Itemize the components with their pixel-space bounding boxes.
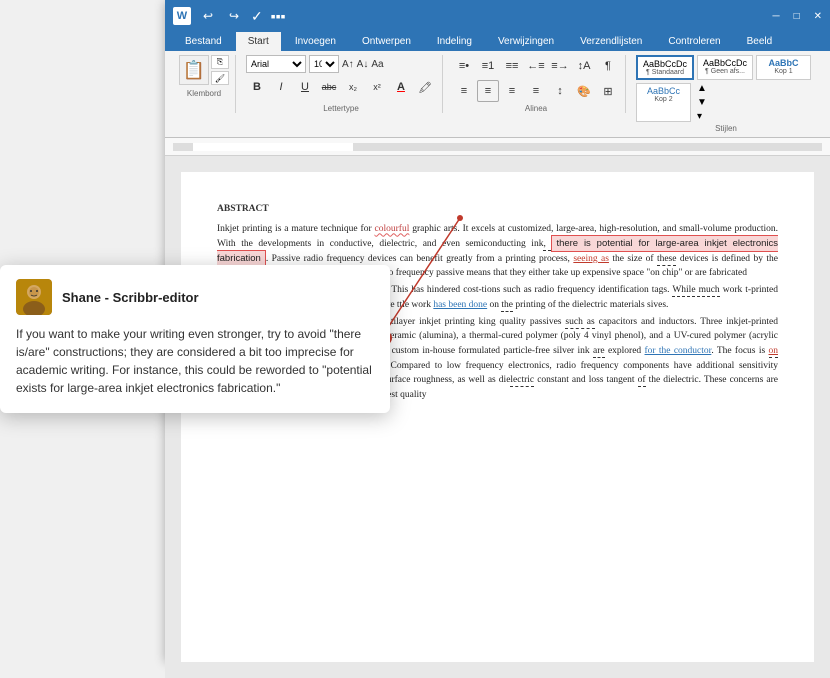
ribbon-group-klembord: 📋 ⎘ 🖌 Klembord [173, 55, 236, 113]
increase-indent-btn[interactable]: ≡→ [549, 55, 571, 77]
comment-text: If you want to make your writing even st… [16, 325, 374, 397]
ribbon-group-stijlen: AaBbCcDc ¶ Standaard AaBbCcDc ¶ Geen afs… [630, 55, 822, 133]
ribbon-group-alinea: ≡• ≡1 ≡≡ ←≡ ≡→ ↕A ¶ ≡ ≡ ≡ ≡ ↕ 🎨 ⊞ [447, 55, 626, 113]
doc-area[interactable]: ABSTRACT Inkjet printing is a mature tec… [165, 156, 830, 678]
tab-beeld[interactable]: Beeld [735, 32, 785, 51]
checkmark-icon: ✓ [251, 8, 263, 25]
align-left-btn[interactable]: ≡ [453, 80, 475, 102]
bullets-btn[interactable]: ≡• [453, 55, 475, 77]
borders-btn[interactable]: ⊞ [597, 80, 619, 102]
justify-btn[interactable]: ≡ [525, 80, 547, 102]
for-conductor-link: for the conductor [645, 346, 712, 356]
font-grow-btn[interactable]: A↑ [342, 59, 354, 70]
close-btn[interactable]: ✕ [814, 11, 822, 22]
center-btn[interactable]: ≡ [477, 80, 499, 102]
line-spacing-btn[interactable]: ↕ [549, 80, 571, 102]
font-size-select[interactable]: 10 [309, 55, 339, 73]
ribbon-content: 📋 ⎘ 🖌 Klembord Arial [165, 51, 830, 138]
tab-verzendlijsten[interactable]: Verzendlijsten [568, 32, 654, 51]
colourful-word: colourful [375, 224, 410, 234]
font-shrink-btn[interactable]: A↓ [357, 59, 369, 70]
style-kop2[interactable]: AaBbCc Kop 2 [636, 83, 691, 122]
multilevel-btn[interactable]: ≡≡ [501, 55, 523, 77]
tab-start[interactable]: Start [236, 32, 281, 51]
strikethrough-btn[interactable]: abc [318, 76, 340, 98]
lectric-dashed: lectric [510, 375, 534, 387]
tab-bestand[interactable]: Bestand [173, 32, 234, 51]
numbering-btn[interactable]: ≡1 [477, 55, 499, 77]
abstract-title: ABSTRACT [217, 202, 778, 216]
while-much-dashed: While much [672, 285, 719, 297]
maximize-btn[interactable]: □ [794, 11, 800, 22]
italic-btn[interactable]: I [270, 76, 292, 98]
doc-page: ABSTRACT Inkjet printing is a mature tec… [181, 172, 814, 662]
superscript-btn[interactable]: x² [366, 76, 388, 98]
shading-btn[interactable]: 🎨 [573, 80, 595, 102]
font-color-btn[interactable]: A [390, 76, 412, 98]
title-bar: W ↩ ↪ ✓ ▪▪▪ ─ □ ✕ [165, 0, 830, 32]
ribbon-tabs: Bestand Start Invoegen Ontwerpen Indelin… [165, 32, 830, 51]
more-icon: ▪▪▪ [271, 8, 286, 24]
subscript-btn[interactable]: x₂ [342, 76, 364, 98]
sort-btn[interactable]: ↕A [573, 55, 595, 77]
are-dashed: are [593, 346, 605, 358]
undo-btn[interactable]: ↩ [199, 7, 217, 25]
comment-header: Shane - Scribbr-editor [16, 279, 374, 315]
stijlen-label: Stijlen [715, 124, 737, 133]
underline-btn[interactable]: U [294, 76, 316, 98]
change-case-btn[interactable]: Aa [371, 59, 383, 70]
seeing-as-link: seeing as [573, 254, 609, 264]
word-icon: W [173, 7, 191, 25]
style-kop1[interactable]: AaBbC Kop 1 [756, 55, 811, 80]
decrease-indent-btn[interactable]: ←≡ [525, 55, 547, 77]
tab-controleren[interactable]: Controleren [656, 32, 732, 51]
styles-down-btn[interactable]: ▼ [697, 97, 707, 108]
styles-expand-btn[interactable]: ▾ [697, 111, 707, 122]
comment-author: Shane - Scribbr-editor [62, 290, 199, 305]
these-dashed: these [657, 254, 677, 266]
ribbon-group-lettertype: Arial 10 A↑ A↓ Aa B I U abc x₂ x² A [240, 55, 443, 113]
format-painter-btn[interactable]: 🖌 [211, 71, 229, 85]
klembord-label: Klembord [187, 89, 221, 98]
avatar [16, 279, 52, 315]
comment-bubble: Shane - Scribbr-editor If you want to ma… [0, 265, 390, 413]
bold-btn[interactable]: B [246, 76, 268, 98]
font-select[interactable]: Arial [246, 55, 306, 73]
tab-indeling[interactable]: Indeling [425, 32, 484, 51]
ruler [165, 138, 830, 156]
of-dashed: of [638, 375, 646, 387]
the-dashed: the [501, 300, 513, 312]
such-as-dashed: such as [565, 317, 594, 329]
alinea-label: Alinea [525, 104, 547, 113]
copy-btn[interactable]: ⎘ [211, 55, 229, 69]
highlight-btn[interactable]: 🖍 [414, 76, 436, 98]
redo-btn[interactable]: ↪ [225, 7, 243, 25]
highlighted-text: there is potential for large-area inkjet… [217, 235, 778, 267]
minimize-btn[interactable]: ─ [772, 11, 779, 22]
style-standaard[interactable]: AaBbCcDc ¶ Standaard [636, 55, 694, 80]
paste-icon[interactable]: 📋 [179, 55, 209, 85]
align-right-btn[interactable]: ≡ [501, 80, 523, 102]
has-been-done-link: has been done [433, 300, 487, 310]
tab-verwijzingen[interactable]: Verwijzingen [486, 32, 566, 51]
style-geen-afs[interactable]: AaBbCcDc ¶ Geen afs... [697, 55, 753, 80]
tab-invoegen[interactable]: Invoegen [283, 32, 348, 51]
lettertype-label: Lettertype [323, 104, 359, 113]
show-formatting-btn[interactable]: ¶ [597, 55, 619, 77]
tab-ontwerpen[interactable]: Ontwerpen [350, 32, 423, 51]
styles-up-btn[interactable]: ▲ [697, 83, 707, 94]
